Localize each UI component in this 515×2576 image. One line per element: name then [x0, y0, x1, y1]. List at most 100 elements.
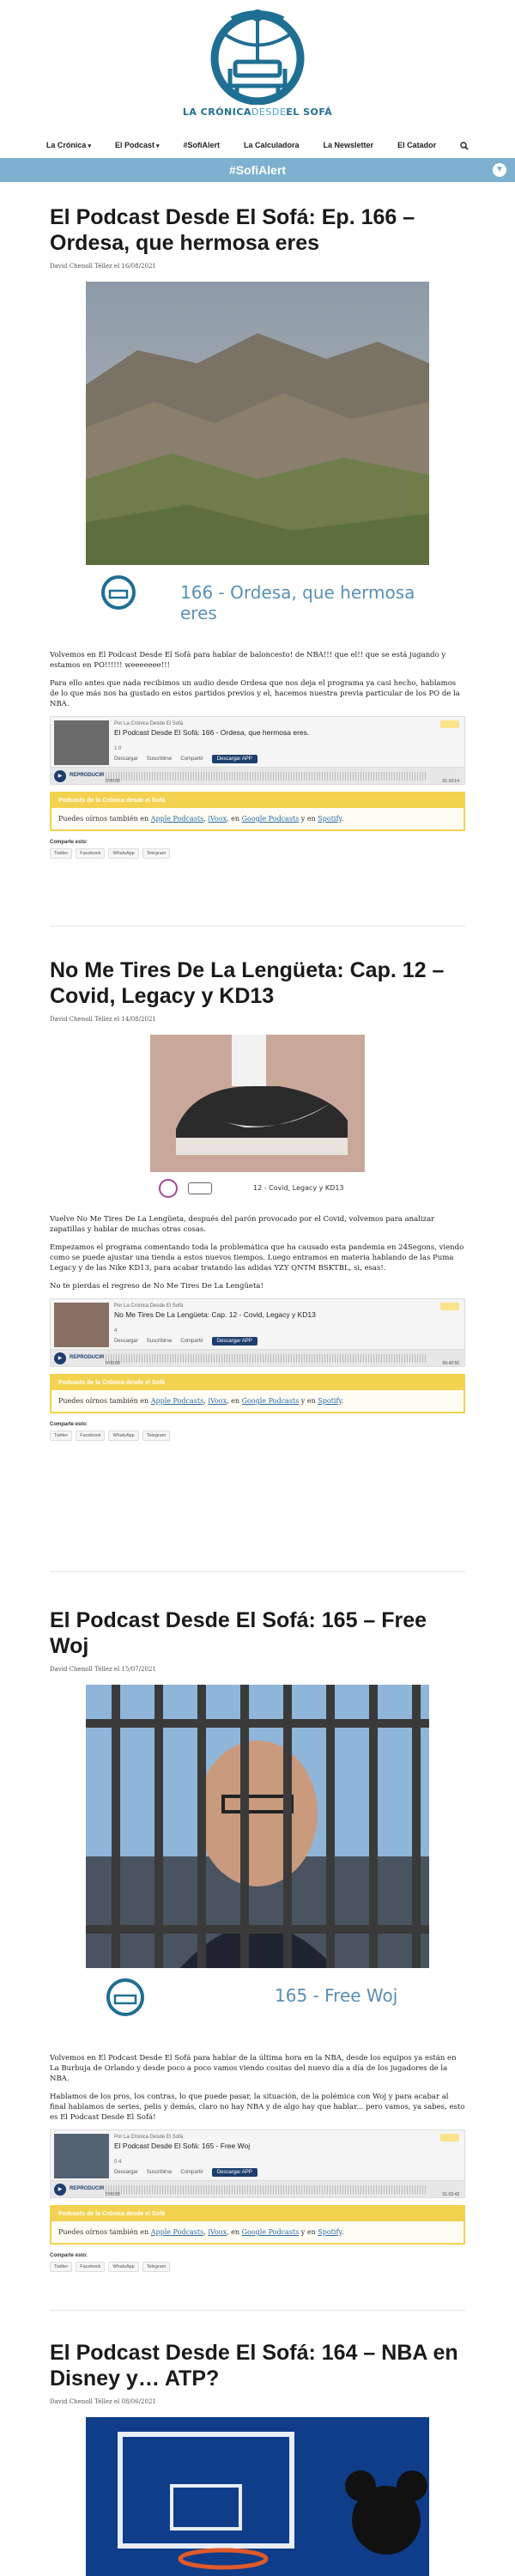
player-episode-title[interactable]: El Podcast Desde El Sofá: 166 - Ordesa, …: [114, 728, 309, 737]
player-author[interactable]: Por La Crónica Desde El Sofá: [114, 1303, 183, 1309]
post-featured-image[interactable]: 12 - Covid, Legacy y KD13: [150, 1035, 365, 1206]
post-title[interactable]: No Me Tires De La Lengüeta: Cap. 12 – Co…: [50, 957, 465, 1009]
download-button[interactable]: Descargar: [114, 1339, 138, 1344]
post-meta: David Chenoll Téllez el 15/07/2021: [50, 1666, 156, 1673]
share-button[interactable]: Compartir: [180, 1339, 203, 1344]
nav-item-el-podcast[interactable]: El Podcast ▾: [103, 136, 172, 155]
player-stats: 0 4: [114, 2160, 122, 2165]
post-title[interactable]: El Podcast Desde El Sofá: Ep. 166 – Orde…: [50, 204, 465, 256]
episode-banner: 12 - Covid, Legacy y KD13: [150, 1174, 365, 1205]
download-app-button[interactable]: Descargar APP: [211, 2168, 258, 2177]
duration: 00:42:50: [442, 1361, 459, 1366]
share-twitter-button[interactable]: Twitter: [50, 848, 73, 859]
site-logo[interactable]: LA CRÓNICADESDEEL SOFÁ: [176, 9, 339, 118]
search-icon[interactable]: [448, 136, 481, 155]
play-label[interactable]: REPRODUCIR: [70, 2186, 104, 2191]
download-app-button[interactable]: Descargar APP: [211, 755, 258, 763]
post-featured-image[interactable]: 166 - Ordesa, que hermosa eres: [86, 282, 429, 642]
episode-thumbnail: [54, 720, 109, 765]
apple-podcasts-link[interactable]: Apple Podcasts: [151, 815, 204, 823]
share-whatsapp-button[interactable]: WhatsApp: [108, 2262, 139, 2272]
player-author[interactable]: Por La Crónica Desde El Sofá: [114, 721, 183, 726]
sofa-logo-icon: [210, 9, 305, 105]
ivoox-link[interactable]: iVoox: [208, 1397, 227, 1405]
post-paragraph: Volvemos en El Podcast Desde El Sofá par…: [50, 651, 446, 670]
ivoox-link[interactable]: iVoox: [208, 815, 227, 823]
apple-podcasts-link[interactable]: Apple Podcasts: [151, 2228, 204, 2236]
share-button[interactable]: Compartir: [180, 756, 203, 762]
chevron-down-icon[interactable]: ▼: [493, 163, 506, 177]
waveform-scrubber[interactable]: [106, 1354, 427, 1363]
nav-item-la-cronica[interactable]: La Crónica ▾: [34, 136, 103, 155]
share-twitter-button[interactable]: Twitter: [50, 2262, 73, 2272]
google-podcasts-link[interactable]: Google Podcasts: [242, 1397, 300, 1405]
subscribe-button[interactable]: Suscribirse: [147, 756, 173, 762]
play-icon[interactable]: ▶: [54, 1352, 66, 1364]
share-facebook-button[interactable]: Facebook: [76, 848, 106, 859]
google-podcasts-link[interactable]: Google Podcasts: [242, 815, 300, 823]
post-featured-image[interactable]: [86, 2417, 429, 2576]
google-podcasts-link[interactable]: Google Podcasts: [242, 2228, 300, 2236]
spotify-link[interactable]: Spotify: [318, 815, 342, 823]
spotify-link[interactable]: Spotify: [318, 1397, 342, 1405]
site-header: LA CRÓNICADESDEEL SOFÁ: [0, 0, 515, 129]
sofa-logo-icon: [106, 1978, 144, 2016]
waveform-scrubber[interactable]: [106, 2185, 427, 2194]
subscribe-button[interactable]: Suscribirse: [147, 1339, 173, 1344]
share-telegram-button[interactable]: Telegram: [142, 2262, 171, 2272]
play-icon[interactable]: ▶: [54, 2184, 66, 2196]
download-button[interactable]: Descargar: [114, 756, 138, 762]
player-controls: ▶ REPRODUCIR 0:00:00 01:10:14: [51, 767, 464, 784]
episode-caption: 166 - Ordesa, que hermosa eres: [180, 582, 415, 623]
share-telegram-button[interactable]: Telegram: [142, 848, 171, 859]
spotify-link[interactable]: Spotify: [318, 2228, 342, 2236]
waveform-scrubber[interactable]: [106, 772, 427, 781]
episode-thumbnail: [54, 1303, 109, 1347]
share-whatsapp-button[interactable]: WhatsApp: [108, 848, 139, 859]
player-episode-title[interactable]: El Podcast Desde El Sofá: 165 - Free Woj: [114, 2142, 250, 2150]
ivoox-link[interactable]: iVoox: [208, 2228, 227, 2236]
logo-word2: DESDE: [251, 106, 287, 118]
share-telegram-button[interactable]: Telegram: [142, 1431, 171, 1441]
share-whatsapp-button[interactable]: WhatsApp: [108, 1431, 139, 1441]
podcast-player: Por La Crónica Desde El Sofá El Podcast …: [50, 716, 465, 785]
nav-item-label: El Podcast: [114, 141, 154, 149]
share-twitter-button[interactable]: Twitter: [50, 1431, 73, 1441]
nav-item-sofialert[interactable]: #SofiAlert: [171, 136, 232, 155]
current-time: 0:00:00: [106, 779, 120, 784]
post-title[interactable]: El Podcast Desde El Sofá: 165 – Free Woj: [50, 1607, 465, 1659]
share-button[interactable]: Compartir: [180, 2170, 203, 2175]
post-title[interactable]: El Podcast Desde El Sofá: 164 – NBA en D…: [50, 2340, 465, 2391]
sofialert-bar[interactable]: #SofiAlert ▼: [0, 158, 515, 182]
subscribe-button[interactable]: Suscribirse: [147, 2170, 173, 2175]
apple-podcasts-link[interactable]: Apple Podcasts: [151, 1397, 204, 1405]
post-article: No Me Tires De La Lengüeta: Cap. 12 – Co…: [0, 957, 515, 1441]
post-paragraph: No te pierdas el regreso de No Me Tires …: [50, 1282, 264, 1291]
play-label[interactable]: REPRODUCIR: [70, 1355, 104, 1360]
nav-item-label: La Crónica: [45, 141, 87, 149]
post-featured-image[interactable]: 165 - Free Woj: [86, 1685, 429, 2045]
play-icon[interactable]: ▶: [54, 770, 66, 782]
episode-banner: 166 - Ordesa, que hermosa eres: [86, 568, 429, 629]
nav-item-catador[interactable]: El Catador: [385, 136, 448, 155]
basketball-hoop-image: [86, 2417, 429, 2576]
download-app-button[interactable]: Descargar APP: [211, 1337, 258, 1346]
promo-prefix: Puedes oírnos también en: [58, 2228, 149, 2236]
player-author[interactable]: Por La Crónica Desde El Sofá: [114, 2135, 183, 2140]
episode-caption: 165 - Free Woj: [275, 1985, 398, 2006]
player-episode-title[interactable]: No Me Tires De La Lengüeta: Cap. 12 - Co…: [114, 1310, 316, 1319]
promo-body: Puedes oírnos también en Apple Podcasts,…: [52, 2221, 464, 2243]
post-paragraph: Hablamos de los pros, los contras, lo qu…: [50, 2093, 465, 2122]
share-buttons: Twitter Facebook WhatsApp Telegram: [50, 848, 465, 859]
promo-body: Puedes oírnos también en Apple Podcasts,…: [52, 1390, 464, 1412]
nav-item-newsletter[interactable]: La Newsletter: [312, 136, 386, 155]
download-button[interactable]: Descargar: [114, 2170, 138, 2175]
chevron-down-icon: ▾: [88, 143, 91, 149]
share-facebook-button[interactable]: Facebook: [76, 2262, 106, 2272]
play-label[interactable]: REPRODUCIR: [70, 773, 104, 778]
prison-photo-image: [86, 1685, 429, 1968]
share-facebook-button[interactable]: Facebook: [76, 1431, 106, 1441]
sneaker-image: [150, 1035, 365, 1172]
lengueta-logo-icon: [159, 1179, 178, 1198]
nav-item-calculadora[interactable]: La Calculadora: [232, 136, 312, 155]
